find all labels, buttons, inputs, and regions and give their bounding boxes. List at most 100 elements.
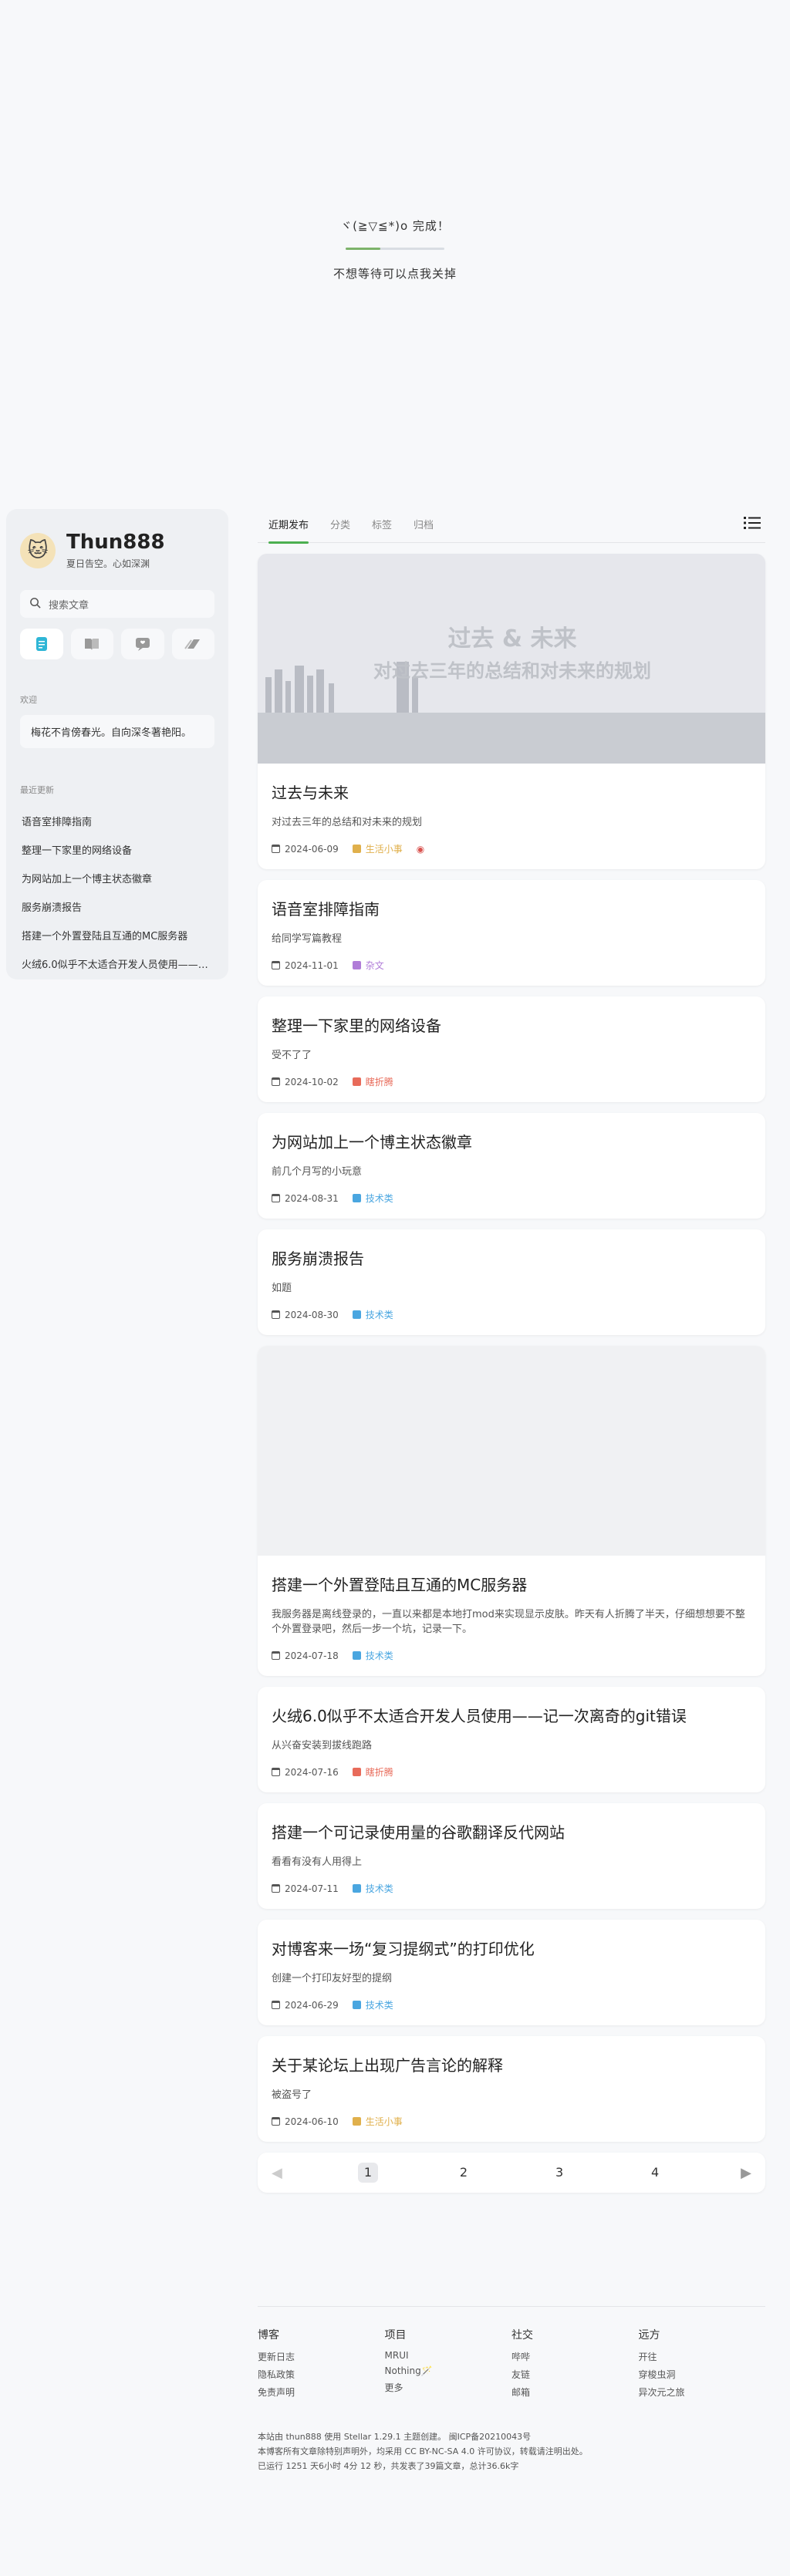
post-title[interactable]: 搭建一个可记录使用量的谷歌翻译反代网站 [272, 1820, 751, 1843]
post-title[interactable]: 服务崩溃报告 [272, 1246, 751, 1269]
tab-tags[interactable]: 标签 [361, 509, 403, 543]
next-page-icon[interactable]: ▶ [741, 2165, 751, 2181]
post-card[interactable]: 对博客来一场“复习提纲式”的打印优化 创建一个打印友好型的提纲 2024-06-… [258, 1920, 765, 2025]
chat-icon[interactable] [121, 629, 164, 659]
post-category[interactable]: 瞎折腾 [352, 1075, 393, 1088]
loading-overlay[interactable]: ヾ(≧▽≦*)o 完成！ 不想等待可以点我关掉 [0, 0, 790, 478]
post-card[interactable]: 过去 & 未来 对过去三年的总结和对未来的规划 过去与未来 对过去三年的总结和对… [258, 554, 765, 869]
post-category[interactable]: 生活小事 [352, 842, 403, 855]
post-meta: 2024-07-16 瞎折腾 [272, 1765, 751, 1779]
page-2[interactable]: 2 [454, 2163, 474, 2183]
footer-link[interactable]: 友链 [511, 2368, 639, 2381]
post-card[interactable]: 搭建一个可记录使用量的谷歌翻译反代网站 看看有没有人用得上 2024-07-11… [258, 1803, 765, 1909]
recent-item[interactable]: 整理一下家里的网络设备 [20, 835, 214, 864]
post-title[interactable]: 关于某论坛上出现广告言论的解释 [272, 2053, 751, 2075]
footer: 博客 更新日志 隐私政策 免责声明 项目 MRUI Nothing🪄 更多 社交… [258, 2306, 765, 2473]
notes-icon[interactable] [171, 629, 214, 659]
recent-item[interactable]: 服务崩溃报告 [20, 892, 214, 921]
page-1[interactable]: 1 [357, 2163, 378, 2183]
post-date: 2024-11-01 [272, 960, 339, 971]
footer-col-social: 社交 哔哔 友链 邮箱 [511, 2327, 639, 2399]
post-category[interactable]: 技术类 [352, 1192, 393, 1205]
post-meta: 2024-07-11 技术类 [272, 1882, 751, 1895]
post-meta: 2024-06-29 技术类 [272, 1998, 751, 2011]
footer-credit[interactable]: 本站由 thun888 使用 Stellar 1.29.1 主题创建。 闽ICP… [258, 2429, 765, 2444]
post-card[interactable]: 语音室排障指南 给同学写篇教程 2024-11-01 杂文 [258, 880, 765, 986]
post-category[interactable]: 技术类 [352, 1649, 393, 1662]
footer-license[interactable]: 本博客所有文章除特别声明外，均采用 CC BY-NC-SA 4.0 许可协议，转… [258, 2444, 765, 2459]
calendar-icon [272, 1194, 280, 1202]
post-title[interactable]: 过去与未来 [272, 781, 751, 803]
footer-link[interactable]: 异次元之旅 [639, 2385, 766, 2399]
footer-link[interactable]: 穿梭虫洞 [639, 2368, 766, 2381]
post-category[interactable]: 技术类 [352, 1998, 393, 2011]
calendar-icon [272, 845, 280, 853]
post-date: 2024-08-31 [272, 1193, 339, 1204]
category-icon [352, 2117, 361, 2126]
post-description: 从兴奋安装到拔线跑路 [272, 1740, 373, 1752]
post-category[interactable]: 瞎折腾 [352, 1765, 393, 1779]
post-card[interactable]: 搭建一个外置登陆且互通的MC服务器 我服务器是离线登录的，一直以来都是本地打mo… [258, 1346, 765, 1676]
post-date: 2024-10-02 [272, 1077, 339, 1087]
post-description: 创建一个打印友好型的提纲 [272, 1973, 393, 1984]
tab-recent[interactable]: 近期发布 [258, 509, 319, 544]
footer-link[interactable]: 哔哔 [511, 2350, 639, 2363]
post-category[interactable]: 技术类 [352, 1308, 393, 1321]
footer-link[interactable]: 开往 [639, 2350, 766, 2363]
recent-item[interactable]: 火绒6.0似乎不太适合开发人员使用——记一次离奇的git错误 [20, 949, 214, 978]
calendar-icon [272, 1310, 280, 1319]
book-icon[interactable] [70, 629, 113, 659]
post-card[interactable]: 服务崩溃报告 如题 2024-08-30 技术类 [258, 1229, 765, 1335]
page-3[interactable]: 3 [549, 2163, 569, 2183]
post-meta: 2024-11-01 杂文 [272, 959, 751, 972]
search-box[interactable]: 搜索文章 [20, 590, 214, 618]
list-view-icon[interactable] [744, 515, 761, 534]
post-date: 2024-06-29 [272, 2000, 339, 2011]
dismiss-loader-link[interactable]: 不想等待可以点我关掉 [333, 265, 457, 282]
footer-link[interactable]: MRUI [385, 2350, 512, 2361]
home-icon[interactable] [20, 629, 63, 659]
footer-link[interactable]: 邮箱 [511, 2385, 639, 2399]
recent-heading: 最近更新 [20, 785, 54, 795]
category-icon [352, 1651, 361, 1660]
post-date: 2024-07-18 [272, 1650, 339, 1661]
recent-item[interactable]: 语音室排障指南 [20, 807, 214, 835]
cover-subtitle: 对过去三年的总结和对未来的规划 [373, 660, 651, 682]
footer-link[interactable]: 更多 [385, 2381, 512, 2394]
post-category[interactable]: 技术类 [352, 1882, 393, 1895]
post-title[interactable]: 搭建一个外置登陆且互通的MC服务器 [272, 1573, 751, 1595]
category-icon [352, 1768, 361, 1776]
calendar-icon [272, 1077, 280, 1086]
recent-item[interactable]: 搭建一个外置登陆且互通的MC服务器 [20, 921, 214, 949]
recent-item[interactable]: 为网站加上一个博主状态徽章 [20, 864, 214, 892]
post-category[interactable]: 杂文 [352, 959, 384, 972]
post-card[interactable]: 火绒6.0似乎不太适合开发人员使用——记一次离奇的git错误 从兴奋安装到拔线跑… [258, 1687, 765, 1792]
footer-link[interactable]: 更新日志 [258, 2350, 385, 2363]
post-card[interactable]: 关于某论坛上出现广告言论的解释 被盗号了 2024-06-10 生活小事 [258, 2036, 765, 2142]
profile[interactable]: 🐱 Thun888 夏日告空。心如深渊 [20, 531, 214, 570]
footer-col-title: 项目 [384, 2329, 407, 2342]
post-description: 对过去三年的总结和对未来的规划 [272, 817, 423, 828]
post-title[interactable]: 对博客来一场“复习提纲式”的打印优化 [272, 1937, 751, 1959]
footer-link[interactable]: 免责声明 [258, 2385, 385, 2399]
post-description: 如题 [272, 1283, 292, 1294]
footer-link[interactable]: Nothing🪄 [385, 2365, 512, 2376]
post-title[interactable]: 整理一下家里的网络设备 [272, 1013, 751, 1036]
post-description: 给同学写篇教程 [272, 933, 343, 945]
post-title[interactable]: 语音室排障指南 [272, 897, 751, 919]
post-card[interactable]: 整理一下家里的网络设备 受不了了 2024-10-02 瞎折腾 [258, 996, 765, 1102]
post-title[interactable]: 火绒6.0似乎不太适合开发人员使用——记一次离奇的git错误 [272, 1704, 751, 1726]
calendar-icon [272, 1768, 280, 1776]
post-title[interactable]: 为网站加上一个博主状态徽章 [272, 1130, 751, 1152]
post-card[interactable]: 为网站加上一个博主状态徽章 前几个月写的小玩意 2024-08-31 技术类 [258, 1113, 765, 1219]
page-4[interactable]: 4 [645, 2163, 665, 2183]
post-category[interactable]: 生活小事 [352, 2115, 403, 2128]
footer-link[interactable]: 隐私政策 [258, 2368, 385, 2381]
tab-archive[interactable]: 归档 [403, 509, 444, 543]
tab-categories[interactable]: 分类 [319, 509, 361, 543]
post-cover[interactable]: 过去 & 未来 对过去三年的总结和对未来的规划 [258, 554, 765, 764]
avatar[interactable]: 🐱 [20, 532, 56, 568]
prev-page-icon[interactable]: ◀ [272, 2165, 282, 2181]
post-cover[interactable] [258, 1346, 765, 1556]
site-name[interactable]: Thun888 [66, 531, 165, 554]
